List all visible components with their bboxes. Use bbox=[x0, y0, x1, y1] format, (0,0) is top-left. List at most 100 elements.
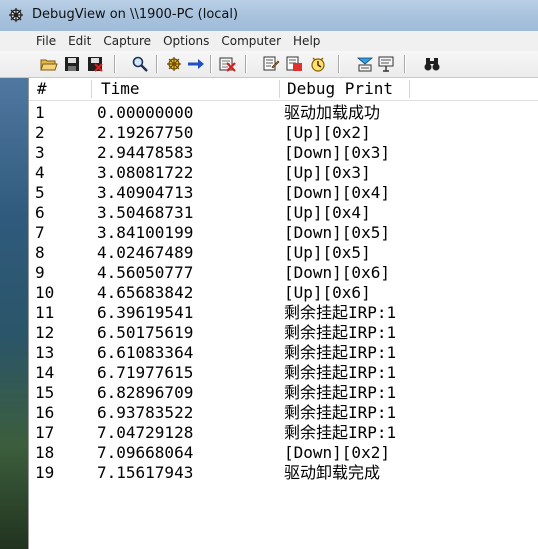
row-debug-print: [Down][0x6] bbox=[284, 263, 390, 282]
toolbar bbox=[0, 51, 538, 78]
row-time: 6.39619541 bbox=[97, 303, 194, 322]
row-number: 13 bbox=[35, 343, 55, 362]
row-number: 2 bbox=[35, 123, 45, 142]
row-debug-print: [Up][0x2] bbox=[284, 123, 371, 142]
table-row[interactable]: 13 6.61083364 剩余挂起IRP:1 bbox=[29, 343, 538, 363]
row-time: 4.56050777 bbox=[97, 263, 194, 282]
table-row[interactable]: 10 4.65683842 [Up][0x6] bbox=[29, 283, 538, 303]
menu-edit[interactable]: Edit bbox=[63, 34, 96, 48]
title-bar[interactable]: DebugView on \\1900-PC (local) bbox=[0, 0, 538, 32]
row-number: 16 bbox=[35, 403, 55, 422]
row-debug-print: 驱动卸载完成 bbox=[284, 463, 381, 482]
toolbar-separator bbox=[156, 55, 158, 73]
row-debug-print: [Down][0x5] bbox=[284, 223, 390, 242]
menu-computer[interactable]: Computer bbox=[216, 34, 286, 48]
toolbar-separator bbox=[210, 55, 212, 73]
row-number: 18 bbox=[35, 443, 55, 462]
row-time: 0.00000000 bbox=[97, 103, 194, 122]
highlight-icon[interactable] bbox=[285, 55, 303, 73]
table-row[interactable]: 8 4.02467489 [Up][0x5] bbox=[29, 243, 538, 263]
row-time: 2.19267750 bbox=[97, 123, 194, 142]
table-row[interactable]: 18 7.09668064 [Down][0x2] bbox=[29, 443, 538, 463]
column-header-time[interactable]: Time bbox=[101, 78, 140, 100]
row-time: 7.15617943 bbox=[97, 463, 194, 482]
table-row[interactable]: 5 3.40904713 [Down][0x4] bbox=[29, 183, 538, 203]
capture-icon[interactable] bbox=[165, 55, 183, 73]
save-icon[interactable] bbox=[63, 55, 81, 73]
table-row[interactable]: 6 3.50468731 [Up][0x4] bbox=[29, 203, 538, 223]
row-number: 4 bbox=[35, 163, 45, 182]
row-debug-print: 剩余挂起IRP:1 bbox=[284, 403, 397, 422]
list-rows: 1 0.00000000 驱动加载成功 2 2.19267750 [Up][0x2] 3 2.… bbox=[29, 103, 538, 483]
table-row[interactable]: 3 2.94478583 [Down][0x3] bbox=[29, 143, 538, 163]
column-divider[interactable] bbox=[409, 80, 410, 98]
toolbar-separator bbox=[338, 55, 340, 73]
menu-help[interactable]: Help bbox=[288, 34, 325, 48]
open-folder-icon[interactable] bbox=[40, 55, 58, 73]
find-icon[interactable] bbox=[131, 55, 149, 73]
toolbar-separator bbox=[245, 55, 247, 73]
debug-output-list[interactable]: # Time Debug Print 1 0.00000000 驱动加载成功 2 2.1… bbox=[28, 78, 538, 549]
table-row[interactable]: 15 6.82896709 剩余挂起IRP:1 bbox=[29, 383, 538, 403]
row-debug-print: [Up][0x6] bbox=[284, 283, 371, 302]
menu-bar: File Edit Capture Options Computer Help bbox=[0, 31, 538, 51]
row-debug-print: 剩余挂起IRP:1 bbox=[284, 383, 397, 402]
row-number: 15 bbox=[35, 383, 55, 402]
table-row[interactable]: 1 0.00000000 驱动加载成功 bbox=[29, 103, 538, 123]
autoscroll-icon[interactable] bbox=[187, 55, 205, 73]
row-time: 3.50468731 bbox=[97, 203, 194, 222]
row-time: 7.04729128 bbox=[97, 423, 194, 442]
window-title: DebugView on \\1900-PC (local) bbox=[32, 7, 239, 22]
column-divider[interactable] bbox=[91, 80, 92, 98]
history-icon[interactable] bbox=[309, 55, 327, 73]
table-row[interactable]: 19 7.15617943 驱动卸载完成 bbox=[29, 463, 538, 483]
row-debug-print: 驱动加载成功 bbox=[284, 103, 381, 122]
row-number: 1 bbox=[35, 103, 45, 122]
toolbar-separator bbox=[404, 55, 406, 73]
menu-file[interactable]: File bbox=[31, 34, 61, 48]
menu-options[interactable]: Options bbox=[158, 34, 214, 48]
table-row[interactable]: 9 4.56050777 [Down][0x6] bbox=[29, 263, 538, 283]
row-time: 3.40904713 bbox=[97, 183, 194, 202]
row-debug-print: [Up][0x3] bbox=[284, 163, 371, 182]
menu-capture[interactable]: Capture bbox=[98, 34, 156, 48]
row-time: 3.08081722 bbox=[97, 163, 194, 182]
row-time: 6.71977615 bbox=[97, 363, 194, 382]
list-header: # Time Debug Print bbox=[29, 78, 538, 101]
row-time: 6.82896709 bbox=[97, 383, 194, 402]
row-time: 6.50175619 bbox=[97, 323, 194, 342]
clear-icon[interactable] bbox=[218, 55, 236, 73]
column-divider[interactable] bbox=[279, 80, 280, 98]
row-time: 6.93783522 bbox=[97, 403, 194, 422]
row-time: 7.09668064 bbox=[97, 443, 194, 462]
row-debug-print: 剩余挂起IRP:1 bbox=[284, 323, 397, 342]
table-row[interactable]: 16 6.93783522 剩余挂起IRP:1 bbox=[29, 403, 538, 423]
table-row[interactable]: 4 3.08081722 [Up][0x3] bbox=[29, 163, 538, 183]
row-time: 4.65683842 bbox=[97, 283, 194, 302]
filter-icon[interactable] bbox=[262, 55, 280, 73]
row-debug-print: [Down][0x2] bbox=[284, 443, 390, 462]
row-number: 19 bbox=[35, 463, 55, 482]
row-time: 3.84100199 bbox=[97, 223, 194, 242]
search-binoculars-icon[interactable] bbox=[423, 55, 441, 73]
row-debug-print: [Down][0x3] bbox=[284, 143, 390, 162]
row-number: 6 bbox=[35, 203, 45, 222]
row-debug-print: 剩余挂起IRP:1 bbox=[284, 303, 397, 322]
table-row[interactable]: 2 2.19267750 [Up][0x2] bbox=[29, 123, 538, 143]
capture-kernel-icon[interactable] bbox=[377, 55, 395, 73]
column-header-debug-print[interactable]: Debug Print bbox=[287, 78, 393, 100]
save-as-icon[interactable] bbox=[86, 55, 104, 73]
table-row[interactable]: 14 6.71977615 剩余挂起IRP:1 bbox=[29, 363, 538, 383]
column-header-number[interactable]: # bbox=[37, 78, 47, 100]
row-debug-print: 剩余挂起IRP:1 bbox=[284, 343, 397, 362]
timestamp-icon[interactable] bbox=[356, 55, 374, 73]
row-debug-print: 剩余挂起IRP:1 bbox=[284, 363, 397, 382]
row-time: 4.02467489 bbox=[97, 243, 194, 262]
table-row[interactable]: 7 3.84100199 [Down][0x5] bbox=[29, 223, 538, 243]
row-number: 7 bbox=[35, 223, 45, 242]
table-row[interactable]: 17 7.04729128 剩余挂起IRP:1 bbox=[29, 423, 538, 443]
row-time: 6.61083364 bbox=[97, 343, 194, 362]
row-number: 12 bbox=[35, 323, 55, 342]
table-row[interactable]: 11 6.39619541 剩余挂起IRP:1 bbox=[29, 303, 538, 323]
table-row[interactable]: 12 6.50175619 剩余挂起IRP:1 bbox=[29, 323, 538, 343]
